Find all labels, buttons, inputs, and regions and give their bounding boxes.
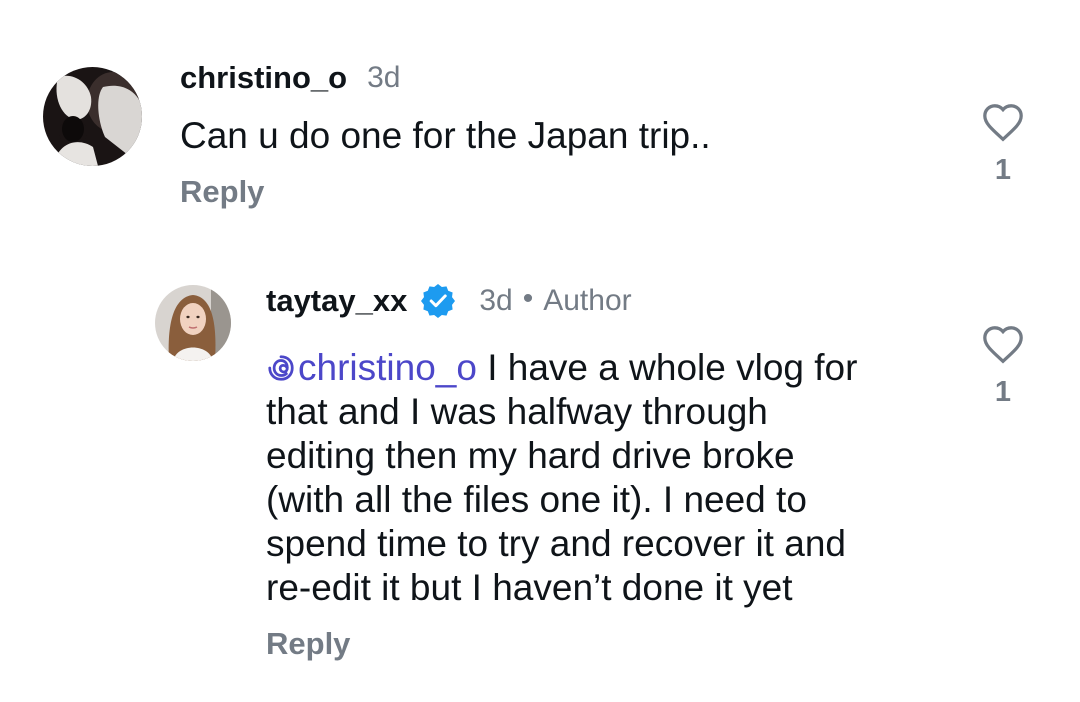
avatar-taytay[interactable] — [155, 285, 231, 361]
threads-at-icon — [268, 355, 294, 381]
heart-icon[interactable] — [981, 324, 1025, 364]
comment-line: (with all the files one it). I need to — [266, 479, 807, 520]
comment-text: christino_o I have a whole vlog for that… — [266, 346, 946, 610]
separator-dot: • — [522, 282, 534, 315]
reply-button[interactable]: Reply — [180, 174, 264, 210]
comment-meta: taytay_xx 3d • Author — [266, 279, 632, 323]
avatar-christino[interactable] — [43, 67, 142, 166]
comment-line: spend time to try and recover it and — [266, 523, 846, 564]
verified-badge-icon — [421, 284, 456, 318]
timestamp: 3d — [367, 61, 401, 94]
comment-text: Can u do one for the Japan trip.. — [180, 115, 711, 156]
reply-button[interactable]: Reply — [266, 626, 350, 662]
comment-line: christino_o I have a whole vlog for — [266, 346, 946, 390]
comment-line-text: I have a whole vlog for — [487, 347, 858, 388]
author-badge: Author — [543, 284, 632, 317]
mention-username[interactable]: christino_o — [298, 347, 477, 388]
like-count: 1 — [994, 376, 1012, 408]
heart-icon[interactable] — [981, 102, 1025, 142]
like-count: 1 — [994, 154, 1012, 186]
comment-line: re-edit it but I haven’t done it yet — [266, 567, 793, 608]
comment-meta: christino_o 3d — [180, 56, 400, 100]
like-control: 1 — [973, 102, 1033, 187]
username[interactable]: taytay_xx — [266, 283, 407, 319]
portrait-avatar-icon — [155, 285, 231, 361]
timestamp: 3d — [479, 284, 513, 317]
like-control: 1 — [973, 324, 1033, 409]
mention-link[interactable]: christino_o — [266, 347, 477, 388]
comment-line: editing then my hard drive broke — [266, 435, 795, 476]
username[interactable]: christino_o — [180, 60, 347, 96]
comment-line: that and I was halfway through — [266, 391, 768, 432]
silhouette-avatar-icon — [43, 67, 142, 166]
